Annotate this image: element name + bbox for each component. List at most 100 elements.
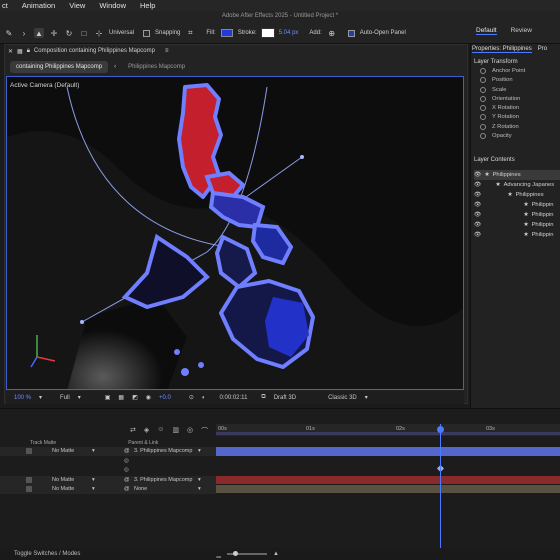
stopwatch-icon[interactable]: ◎ (124, 458, 129, 464)
contents-item[interactable]: 👁︎ ★ Advancing Japanes (474, 180, 560, 190)
pan-tool-icon[interactable]: ✛ (49, 28, 59, 38)
resolution-select[interactable]: Full (60, 395, 70, 401)
workspace-tab-default[interactable]: Default (476, 27, 497, 35)
dropdown-icon[interactable]: ▾ (365, 394, 368, 401)
snapshot-icon[interactable]: ⊙ (189, 394, 194, 401)
menu-window[interactable]: Window (99, 1, 126, 10)
layer-color-icon[interactable] (26, 477, 32, 483)
rotate-tool-icon[interactable]: ↻ (64, 28, 74, 38)
color-channel-icon[interactable]: ◉ (146, 394, 151, 401)
expand-icon[interactable]: › (19, 28, 29, 38)
transform-item-anchor-point[interactable]: Anchor Point (480, 68, 525, 74)
contents-item[interactable]: 👁︎ ★ Philippin (474, 230, 560, 240)
timeline-layer-row[interactable]: No Matte ▾ @ 3. Philippines Mapcomp ▾ (0, 476, 216, 485)
dropdown-icon[interactable]: ▾ (78, 394, 81, 401)
stopwatch-icon[interactable] (480, 123, 486, 130)
layer-color-icon[interactable] (26, 486, 32, 492)
pickwhip-icon[interactable]: @ (124, 486, 130, 492)
timeline-property-row[interactable]: ◎ (0, 466, 216, 475)
layer-bar-red[interactable] (216, 476, 560, 484)
selection-tool-icon[interactable]: ▲ (34, 28, 44, 38)
pickwhip-icon[interactable]: @ (124, 477, 130, 483)
draft-3d-timeline-icon[interactable]: ◈ (144, 426, 149, 436)
stroke-width[interactable]: 5.04 px (279, 30, 299, 36)
dropdown-icon[interactable]: ▾ (198, 448, 201, 454)
transparency-grid-icon[interactable]: ▦ (118, 394, 124, 401)
contents-item[interactable]: 👁︎ ★ Philippines (474, 190, 560, 200)
snap-options-icon[interactable]: ⌗ (185, 28, 195, 38)
lock-icon[interactable]: 🔒︎ (27, 48, 30, 55)
layer-bar-blue[interactable] (216, 447, 560, 456)
snapping-checkbox[interactable] (143, 29, 151, 37)
parent-select[interactable]: 3. Philippines Mapcomp (134, 448, 192, 454)
pen-tool-icon[interactable]: ✎ (4, 28, 14, 38)
stopwatch-icon[interactable] (480, 114, 486, 121)
zoom-slider[interactable] (227, 551, 267, 556)
transform-item-scale[interactable]: Scale (480, 86, 525, 93)
parent-select[interactable]: 3. Philippines Mapcomp (134, 477, 192, 483)
rectangle-tool-icon[interactable]: □ (79, 28, 89, 38)
stopwatch-icon[interactable] (480, 86, 486, 93)
universal-icon[interactable]: ⊹ (94, 28, 104, 38)
add-icon[interactable]: ⊕ (327, 28, 337, 38)
dropdown-icon[interactable]: ▾ (92, 477, 95, 483)
dropdown-icon[interactable]: ▾ (198, 477, 201, 483)
close-icon[interactable]: ✕ (8, 48, 13, 55)
stopwatch-icon[interactable]: ◎ (124, 467, 129, 473)
eye-icon[interactable]: 👁︎ (474, 212, 481, 218)
dropdown-icon[interactable]: ▾ (92, 486, 95, 492)
auto-open-checkbox[interactable] (347, 29, 355, 37)
composition-viewer[interactable] (6, 76, 464, 390)
transform-item-orientation[interactable]: Orientation (480, 95, 525, 102)
dropdown-icon[interactable]: ▾ (92, 448, 95, 454)
stopwatch-icon[interactable] (480, 105, 486, 112)
matte-select[interactable]: No Matte (52, 477, 74, 483)
renderer-select[interactable]: Classic 3D (328, 395, 357, 401)
eye-icon[interactable]: 👁︎ (474, 182, 481, 188)
comp-flowchart-icon[interactable]: ⇄ (130, 426, 136, 436)
parent-select[interactable]: None (134, 486, 147, 492)
matte-select[interactable]: No Matte (52, 486, 74, 492)
graph-editor-icon[interactable]: ⌒ (201, 426, 208, 436)
stopwatch-icon[interactable] (480, 77, 486, 84)
layer-color-icon[interactable] (26, 448, 32, 454)
menu-animation[interactable]: Animation (22, 1, 55, 10)
work-area-bar[interactable] (216, 432, 560, 435)
timecode[interactable]: 0:00:02:11 (220, 395, 248, 401)
zoom-select[interactable]: 100 % (14, 395, 31, 401)
mask-visibility-icon[interactable]: ◩ (132, 394, 138, 401)
frame-blending-icon[interactable]: ▥ (172, 426, 179, 436)
timeline-layer-row[interactable]: No Matte ▾ @ 3. Philippines Mapcomp ▾ (0, 447, 216, 456)
menu-effect[interactable]: ct (2, 1, 8, 10)
panel-menu-icon[interactable]: ≡ (165, 48, 169, 54)
contents-item[interactable]: 👁︎ ★ Philippin (474, 200, 560, 210)
draft-3d-icon[interactable]: ⧉ (261, 394, 265, 401)
dropdown-icon[interactable]: ▾ (198, 486, 201, 492)
contents-item[interactable]: 👁︎ ★ Philippin (474, 210, 560, 220)
eye-icon[interactable]: 👁︎ (474, 222, 481, 228)
contents-item[interactable]: 👁︎ ★ Philippin (474, 220, 560, 230)
tab-philippines-mapcomp[interactable]: Philippines Mapcomp (122, 61, 191, 73)
stopwatch-icon[interactable] (480, 95, 486, 102)
playhead-handle[interactable] (437, 426, 444, 433)
zoom-in-icon[interactable]: ▲ (273, 551, 279, 557)
eye-icon[interactable]: 👁︎ (474, 172, 481, 178)
menu-view[interactable]: View (69, 1, 85, 10)
eye-icon[interactable]: 👁︎ (474, 232, 481, 238)
dropdown-icon[interactable]: ▾ (39, 394, 42, 401)
workspace-tab-review[interactable]: Review (511, 27, 532, 35)
pickwhip-icon[interactable]: @ (124, 448, 130, 454)
menu-help[interactable]: Help (140, 1, 155, 10)
show-snapshot-icon[interactable]: ◐ (202, 395, 206, 401)
draft-3d-label[interactable]: Draft 3D (274, 395, 296, 401)
region-of-interest-icon[interactable]: ▣ (105, 394, 111, 401)
matte-select[interactable]: No Matte (52, 448, 74, 454)
stroke-swatch[interactable] (260, 28, 275, 38)
transform-item-x-rotation[interactable]: X Rotation (480, 105, 525, 112)
toggle-switches-modes[interactable]: Toggle Switches / Modes (14, 551, 80, 557)
eye-icon[interactable]: 👁︎ (474, 202, 481, 208)
stopwatch-icon[interactable] (480, 133, 486, 140)
transform-item-opacity[interactable]: Opacity (480, 133, 525, 140)
transform-item-position[interactable]: Position (480, 77, 525, 84)
contents-item[interactable]: 👁︎ ★ Philippines (474, 170, 560, 180)
